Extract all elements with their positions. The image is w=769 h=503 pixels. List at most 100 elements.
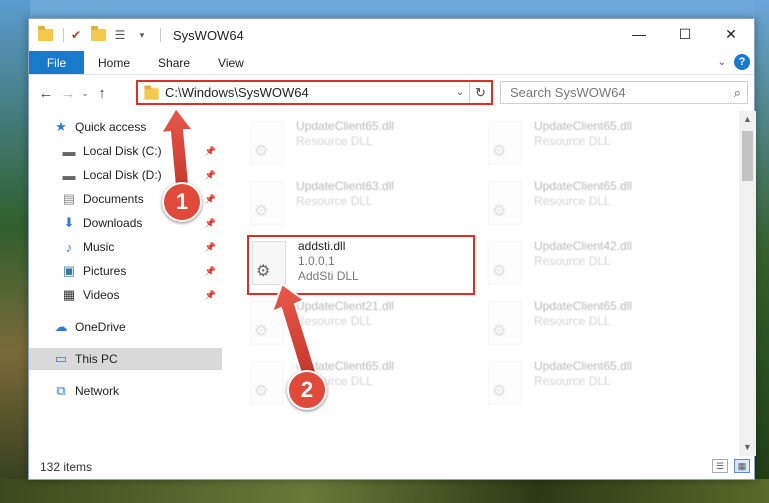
file-description: Resource DLL [534,254,611,268]
file-description: Resource DLL [534,374,611,388]
address-path[interactable]: C:\Windows\SysWOW64 [165,85,451,100]
file-item[interactable]: ⚙ UpdateClient65.dll Resource DLL [250,359,480,417]
close-button[interactable]: ✕ [708,19,754,49]
file-name: UpdateClient63.dll [296,179,395,193]
file-description: Resource DLL [296,194,373,208]
pin-icon[interactable]: 📌 [205,170,216,181]
sidebar-item-label: Network [75,384,120,398]
file-item[interactable]: ⚙ UpdateClient65.dll Resource DLL [488,299,718,357]
dll-file-icon: ⚙ [252,241,286,285]
up-arrow-icon[interactable]: ↑ [91,85,113,102]
sidebar-item-videos[interactable]: ▦ Videos 📌 [29,284,222,306]
dll-file-icon: ⚙ [250,181,284,225]
tab-file[interactable]: File [29,51,84,74]
dll-file-icon: ⚙ [250,121,284,165]
pin-icon[interactable]: 📌 [205,194,216,205]
file-item[interactable]: ⚙ UpdateClient63.dll Resource DLL [250,179,480,237]
properties-icon[interactable]: ✔ [68,27,84,43]
view-toggle: ☰ ▦ [712,459,750,473]
sidebar-item-onedrive[interactable]: ☁ OneDrive [29,316,222,338]
refresh-icon[interactable]: ↻ [469,82,491,103]
sidebar-item-label: Local Disk (C:) [83,144,162,158]
file-name: UpdateClient65.dll [534,359,633,373]
file-item[interactable]: ⚙ UpdateClient65.dll Resource DLL [488,119,718,177]
file-description: AddSti DLL [298,269,359,283]
pin-icon[interactable]: 📌 [205,218,216,229]
pin-icon[interactable]: 📌 [205,290,216,301]
chevron-down-icon[interactable]: ▾ [134,27,150,43]
chevron-down-icon[interactable]: ⌄ [451,87,469,98]
file-explorer-window: ✔ ☰ ▾ SysWOW64 — ☐ ✕ File Home Share Vie… [28,18,756,480]
file-name: UpdateClient65.dll [534,179,633,193]
star-icon: ★ [55,119,67,134]
file-item[interactable]: ⚙ UpdateClient65.dll Resource DLL [250,119,480,177]
file-name: UpdateClient65.dll [534,299,633,313]
music-icon: ♪ [65,239,73,255]
file-item[interactable]: ⚙ UpdateClient65.dll Resource DLL [488,359,718,417]
maximize-button[interactable]: ☐ [662,19,708,49]
dll-file-icon: ⚙ [250,361,284,405]
title-bar: ✔ ☰ ▾ SysWOW64 — ☐ ✕ [29,19,754,51]
recent-locations-icon[interactable]: ⌄ [79,88,91,99]
expand-ribbon-icon[interactable]: ⌄ [718,57,726,68]
sidebar-item-pictures[interactable]: ▣ Pictures 📌 [29,260,222,282]
pictures-icon: ▣ [62,263,76,278]
drive-icon: ▬ [62,143,76,159]
details-view-icon[interactable]: ☰ [712,459,728,473]
address-bar[interactable]: C:\Windows\SysWOW64 ⌄ ↻ [136,80,493,105]
navigation-bar: ← → ⌄ ↑ C:\Windows\SysWOW64 ⌄ ↻ Search S… [29,75,754,111]
sidebar-item-label: OneDrive [75,320,126,334]
minimize-button[interactable]: — [616,19,662,49]
videos-icon: ▦ [62,287,76,302]
desktop-background-left [0,0,30,503]
back-arrow-icon[interactable]: ← [35,85,57,102]
computer-icon: ▭ [54,351,68,366]
sidebar-item-quick-access[interactable]: ★ Quick access [29,116,222,138]
file-item[interactable]: ⚙ UpdateClient42.dll Resource DLL [488,239,718,297]
tab-view[interactable]: View [204,51,258,74]
file-name: UpdateClient65.dll [296,119,395,133]
sidebar-item-label: Documents [83,192,144,206]
vertical-scrollbar[interactable]: ▲ ▼ [739,111,756,456]
dll-file-icon: ⚙ [250,301,284,345]
sidebar-item-music[interactable]: ♪ Music 📌 [29,236,222,258]
scroll-up-icon[interactable]: ▲ [739,111,756,128]
file-item[interactable]: ⚙ UpdateClient65.dll Resource DLL [488,179,718,237]
sidebar-item-label: Downloads [83,216,143,230]
desktop-background-right [755,0,769,503]
sidebar-item-label: Quick access [75,120,147,134]
forward-arrow-icon[interactable]: → [57,85,79,102]
pin-icon[interactable]: 📌 [205,146,216,157]
file-description: Resource DLL [296,314,373,328]
file-description: Resource DLL [534,134,611,148]
dll-file-icon: ⚙ [488,361,522,405]
tab-share[interactable]: Share [144,51,204,74]
status-bar: 132 items ☰ ▦ [29,454,756,479]
file-item-addsti[interactable]: ⚙ addsti.dll 1.0.0.1 AddSti DLL [252,239,482,297]
file-description: Resource DLL [296,134,373,148]
help-icon[interactable]: ? [734,54,750,70]
sidebar-item-this-pc[interactable]: ▭ This PC [29,348,222,370]
search-input[interactable]: Search SysWOW64 ⌕ [500,81,748,104]
dll-file-icon: ⚙ [488,241,522,285]
file-description: Resource DLL [534,314,611,328]
sidebar-item-label: This PC [75,352,118,366]
search-icon[interactable]: ⌕ [734,85,741,101]
large-icons-view-icon[interactable]: ▦ [734,459,750,473]
sidebar-item-local-disk-d[interactable]: ▬ Local Disk (D:) 📌 [29,164,222,186]
file-item[interactable]: ⚙ UpdateClient21.dll Resource DLL [250,299,480,357]
navigation-pane: ★ Quick access ▬ Local Disk (C:) 📌 ▬ Loc… [29,111,222,456]
scrollbar-thumb[interactable] [742,131,753,181]
pin-icon[interactable]: 📌 [205,266,216,277]
search-placeholder: Search SysWOW64 [510,85,626,100]
customize-toolbar-icon[interactable]: ☰ [112,27,128,43]
tab-home[interactable]: Home [84,51,144,74]
sidebar-item-network[interactable]: ⧉ Network [29,380,222,402]
sidebar-item-local-disk-c[interactable]: ▬ Local Disk (C:) 📌 [29,140,222,162]
desktop-background-bottom [0,479,769,503]
sidebar-item-label: Videos [83,288,120,302]
pin-icon[interactable]: 📌 [205,242,216,253]
file-name: UpdateClient65.dll [534,119,633,133]
file-name: UpdateClient21.dll [296,299,395,313]
new-folder-icon[interactable] [90,26,106,43]
